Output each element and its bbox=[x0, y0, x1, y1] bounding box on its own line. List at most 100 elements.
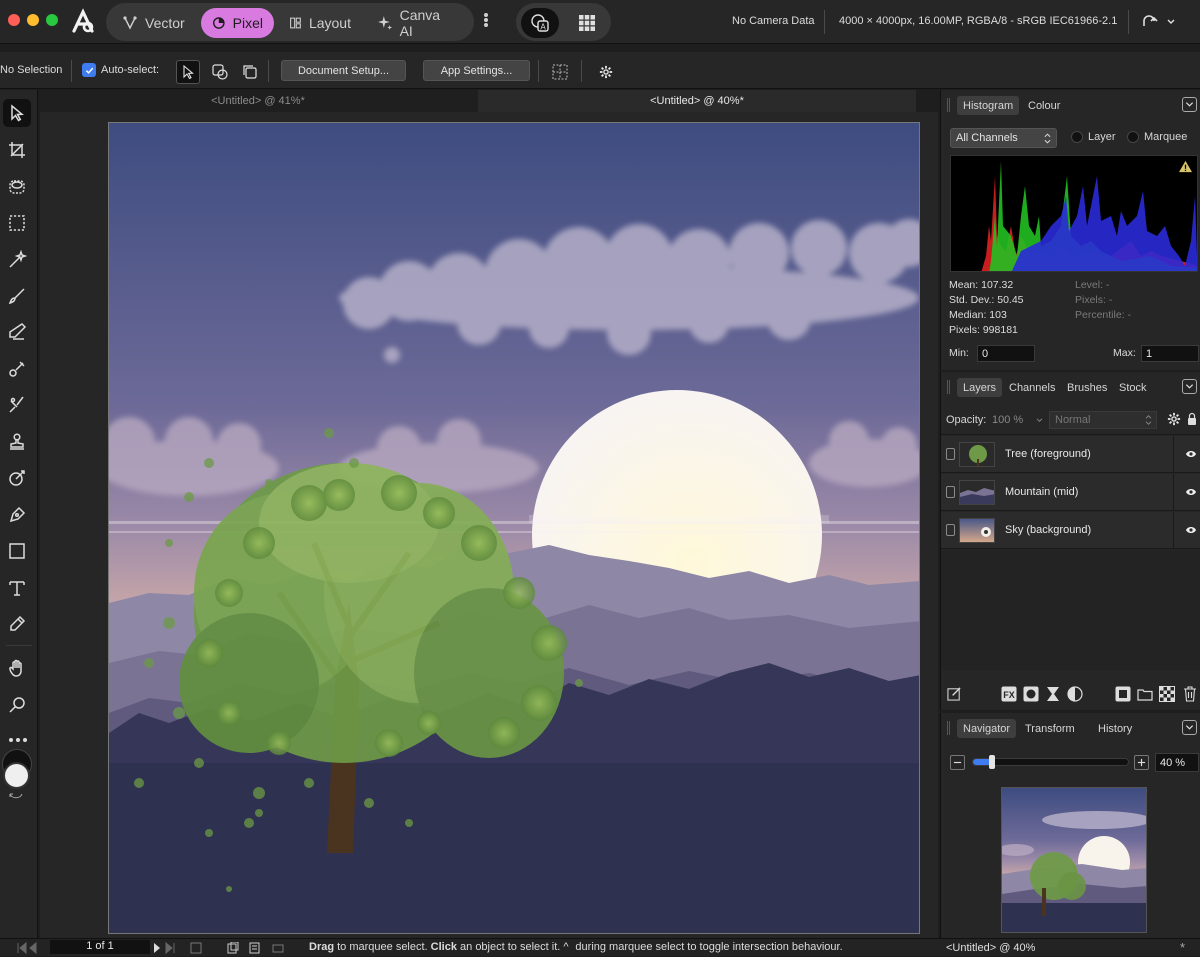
marquee-radio[interactable] bbox=[1127, 131, 1139, 143]
layer-row-mountain[interactable]: Mountain (mid) bbox=[941, 474, 1200, 511]
erase-brush-tool[interactable] bbox=[3, 318, 31, 346]
eye-icon[interactable] bbox=[1185, 449, 1197, 459]
assets-studio-button[interactable]: A bbox=[521, 8, 559, 38]
dodge-burn-tool[interactable] bbox=[3, 391, 31, 419]
eye-icon[interactable] bbox=[1185, 487, 1197, 497]
tab-brushes[interactable]: Brushes bbox=[1061, 378, 1113, 397]
layers-list-empty-area[interactable] bbox=[941, 550, 1200, 670]
zoom-slider[interactable] bbox=[972, 755, 1129, 769]
panel-grip[interactable] bbox=[947, 380, 950, 394]
layer-radio[interactable] bbox=[1071, 131, 1083, 143]
channel-select[interactable]: All Channels bbox=[950, 128, 1057, 148]
layer-name: Mountain (mid) bbox=[1005, 486, 1079, 498]
color-picker-tool[interactable] bbox=[3, 610, 31, 638]
document-setup-button[interactable]: Document Setup... bbox=[281, 60, 406, 81]
tab-transform[interactable]: Transform bbox=[1019, 719, 1081, 738]
add-group-button[interactable] bbox=[1137, 686, 1153, 705]
studio-grid-button[interactable] bbox=[568, 8, 606, 38]
clone-tool[interactable] bbox=[3, 428, 31, 456]
vector-persona-button[interactable]: Vector bbox=[111, 8, 199, 38]
shape-tool[interactable] bbox=[3, 537, 31, 565]
tab-histogram[interactable]: Histogram bbox=[957, 96, 1020, 115]
document-tab-active[interactable]: <Untitled> @ 40%* bbox=[478, 90, 916, 112]
selection-brush-tool[interactable] bbox=[3, 173, 31, 201]
close-window-button[interactable] bbox=[8, 14, 20, 26]
opacity-field[interactable]: 100 % bbox=[989, 411, 1045, 429]
smudge-brush-tool[interactable] bbox=[3, 355, 31, 383]
pixel-persona-button[interactable]: Pixel bbox=[201, 8, 274, 38]
navigator-preview[interactable] bbox=[1001, 787, 1147, 933]
paint-brush-tool[interactable] bbox=[3, 282, 31, 310]
layer-row-tree[interactable]: Tree (foreground) bbox=[941, 436, 1200, 473]
select-layers-button[interactable] bbox=[238, 60, 262, 84]
zoom-tool[interactable] bbox=[3, 691, 31, 719]
app-settings-button[interactable]: App Settings... bbox=[423, 60, 530, 81]
brush-icon bbox=[8, 288, 25, 305]
tab-layers[interactable]: Layers bbox=[957, 378, 1003, 397]
fx-button[interactable]: FX bbox=[1001, 686, 1017, 705]
auto-select-checkbox[interactable] bbox=[82, 63, 96, 77]
delete-layer-button[interactable] bbox=[1183, 686, 1197, 705]
zoom-slider-handle[interactable] bbox=[988, 755, 995, 769]
more-options-icon[interactable] bbox=[483, 12, 489, 32]
asterisk-icon[interactable]: * bbox=[1180, 940, 1185, 955]
minimize-window-button[interactable] bbox=[27, 14, 39, 26]
select-pointer-button[interactable] bbox=[176, 60, 200, 84]
document-tab[interactable]: <Untitled> @ 41%* bbox=[40, 90, 476, 112]
tab-history[interactable]: History bbox=[1092, 719, 1138, 738]
zoom-window-button[interactable] bbox=[46, 14, 58, 26]
add-pixel-layer-button[interactable] bbox=[1115, 686, 1131, 705]
text-tool[interactable] bbox=[3, 574, 31, 602]
primary-color-swatch[interactable] bbox=[3, 762, 30, 789]
snapping-button[interactable] bbox=[548, 60, 572, 84]
marquee-tool[interactable] bbox=[3, 209, 31, 237]
tab-navigator[interactable]: Navigator bbox=[957, 719, 1017, 738]
view-tool[interactable] bbox=[3, 654, 31, 682]
blend-mode-select[interactable]: Normal bbox=[1049, 411, 1157, 429]
layer-settings-button[interactable] bbox=[1167, 412, 1181, 426]
canva-ai-button[interactable]: Canva AI bbox=[366, 7, 466, 39]
layer-lock-icon[interactable] bbox=[946, 486, 955, 498]
settings-button[interactable] bbox=[594, 60, 618, 84]
zoom-in-button[interactable] bbox=[1134, 755, 1149, 770]
panel-menu-button[interactable] bbox=[1182, 97, 1197, 112]
next-page-icon[interactable] bbox=[152, 942, 182, 954]
zoom-out-button[interactable] bbox=[950, 755, 965, 770]
tab-stock[interactable]: Stock bbox=[1113, 378, 1153, 397]
panel-grip[interactable] bbox=[947, 98, 950, 112]
panel-menu-button[interactable] bbox=[1182, 720, 1197, 735]
liquify-tool[interactable] bbox=[3, 464, 31, 492]
flood-select-tool[interactable] bbox=[3, 246, 31, 274]
select-intersect-button[interactable] bbox=[208, 60, 232, 84]
live-filter-button[interactable] bbox=[1067, 686, 1083, 705]
page-tools-icons[interactable] bbox=[190, 941, 286, 954]
adjustment-button[interactable] bbox=[1045, 686, 1061, 705]
tab-colour[interactable]: Colour bbox=[1022, 96, 1066, 115]
document-canvas[interactable] bbox=[108, 122, 920, 934]
edit-layer-button[interactable] bbox=[947, 686, 962, 704]
layer-lock-icon[interactable] bbox=[946, 448, 955, 460]
affinity-logo-icon[interactable] bbox=[68, 7, 98, 37]
min-input[interactable]: 0 bbox=[977, 345, 1035, 362]
tab-channels[interactable]: Channels bbox=[1003, 378, 1061, 397]
layout-persona-button[interactable]: Layout bbox=[278, 8, 362, 38]
panel-grip[interactable] bbox=[947, 721, 950, 735]
crop-tool[interactable] bbox=[3, 136, 31, 164]
share-menu-button[interactable] bbox=[1140, 12, 1180, 32]
max-input[interactable]: 1 bbox=[1141, 345, 1199, 362]
first-page-icon[interactable] bbox=[16, 942, 46, 954]
eye-icon[interactable] bbox=[1185, 525, 1197, 535]
pen-tool[interactable] bbox=[3, 501, 31, 529]
zoom-value-input[interactable]: 40 % bbox=[1155, 753, 1199, 772]
mask-button[interactable] bbox=[1023, 686, 1039, 705]
fill-layer-button[interactable] bbox=[1159, 686, 1175, 705]
panel-menu-button[interactable] bbox=[1182, 379, 1197, 394]
layer-lock-icon[interactable] bbox=[946, 524, 955, 536]
histogram-plot bbox=[981, 161, 1197, 271]
page-indicator[interactable]: 1 of 1 bbox=[50, 940, 150, 954]
swap-colors-icon[interactable] bbox=[8, 790, 24, 799]
layer-row-sky[interactable]: Sky (background) bbox=[941, 512, 1200, 549]
more-tools-icon[interactable] bbox=[8, 732, 28, 742]
lock-button[interactable] bbox=[1187, 412, 1197, 426]
move-tool[interactable] bbox=[3, 99, 31, 127]
